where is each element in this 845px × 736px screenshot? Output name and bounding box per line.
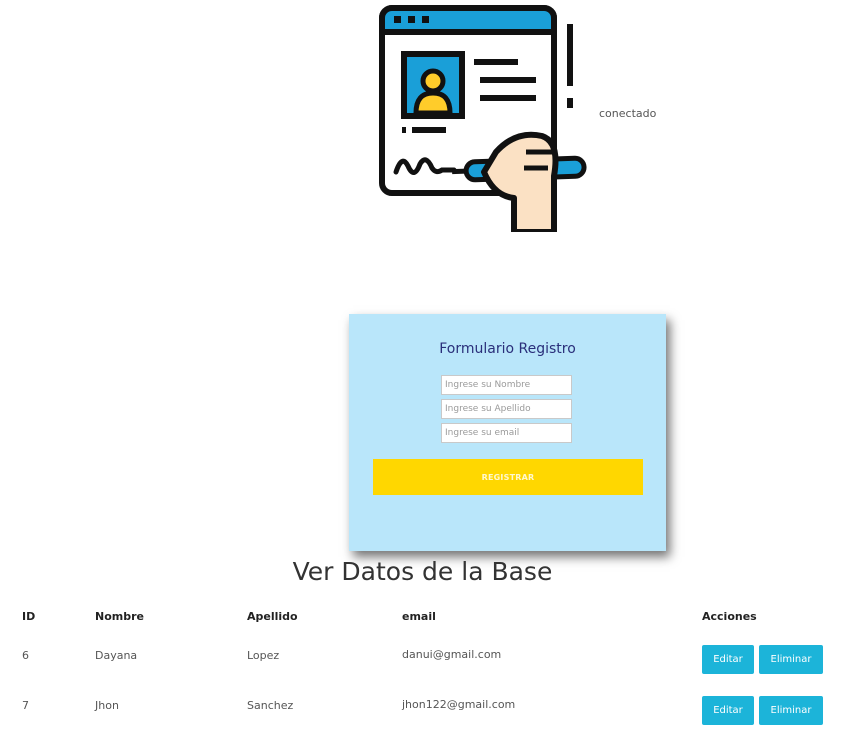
column-header-apellido: Apellido [247,610,298,623]
cell-nombre: Dayana [95,649,138,662]
edit-button[interactable]: Editar [702,696,754,725]
column-header-nombre: Nombre [95,610,144,623]
column-header-id: ID [22,610,36,623]
email-input[interactable] [441,423,572,443]
column-header-acciones: Acciones [702,610,757,623]
registration-form: Formulario Registro REGISTRAR [349,314,666,551]
cell-email: jhon122@gmail.com [402,698,516,711]
page: conectado Formulario Registro REGISTRAR … [0,0,845,736]
cell-nombre: Jhon [95,699,119,712]
apellido-input[interactable] [441,399,572,419]
cell-email: danui@gmail.com [402,648,502,661]
cell-apellido: Sanchez [247,699,294,712]
delete-button[interactable]: Eliminar [759,645,823,674]
cell-apellido: Lopez [247,649,280,662]
cell-id: 6 [22,649,29,662]
cell-id: 7 [22,699,29,712]
register-button[interactable]: REGISTRAR [373,459,643,495]
table-title: Ver Datos de la Base [292,557,553,586]
column-header-email: email [402,610,436,623]
signing-document-icon [379,5,587,232]
form-title: Formulario Registro [439,341,576,357]
nombre-input[interactable] [441,375,572,395]
edit-button[interactable]: Editar [702,645,754,674]
connection-status: conectado [599,107,657,120]
delete-button[interactable]: Eliminar [759,696,823,725]
